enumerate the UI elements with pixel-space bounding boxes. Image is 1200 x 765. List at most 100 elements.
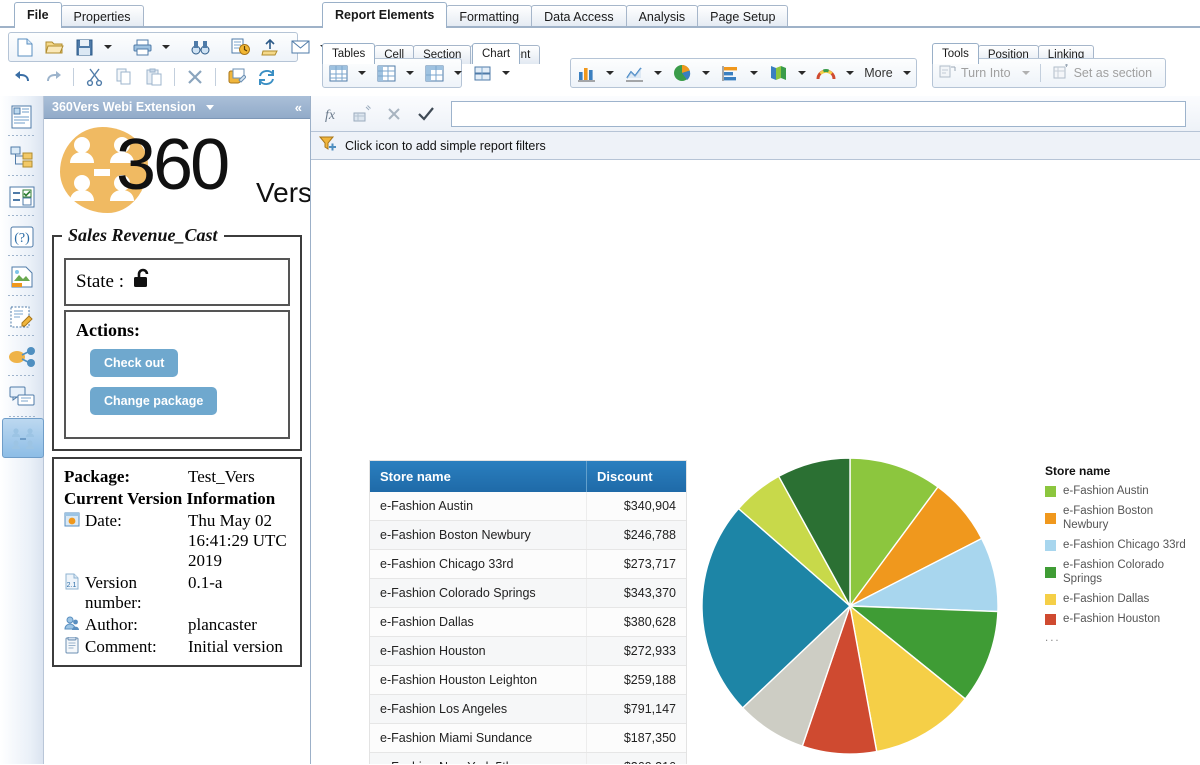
discount-cell[interactable]: $246,788 (586, 520, 686, 550)
delete-x-icon[interactable] (180, 64, 210, 90)
tab-properties[interactable]: Properties (60, 5, 144, 28)
legend-item[interactable]: e-Fashion Houston (1045, 612, 1200, 626)
turn-into-caret[interactable] (1021, 71, 1030, 75)
store-name-cell[interactable]: e-Fashion Chicago 33rd (370, 549, 587, 579)
gauge-chart-icon[interactable] (811, 60, 841, 86)
horizontal-table-caret[interactable] (406, 71, 414, 75)
pie-chart-caret[interactable] (702, 71, 710, 75)
change-package-button[interactable]: Change package (90, 387, 218, 415)
store-name-cell[interactable]: e-Fashion Austin (370, 492, 587, 521)
new-document-icon[interactable] (9, 34, 39, 60)
map-chart-icon[interactable] (763, 60, 793, 86)
fx-formula-icon[interactable]: fx (317, 102, 343, 126)
table-row[interactable]: e-Fashion Colorado Springs $343,370 (370, 578, 686, 608)
table-row[interactable]: e-Fashion Houston $272,933 (370, 636, 686, 666)
bar-chart-icon[interactable] (715, 60, 745, 86)
input-controls-icon[interactable] (2, 255, 42, 296)
tab-analysis[interactable]: Analysis (625, 5, 699, 28)
legend-item[interactable]: e-Fashion Boston Newbury (1045, 504, 1200, 532)
refresh-icon[interactable] (251, 64, 281, 90)
summary-icon[interactable] (2, 98, 42, 136)
formula-editor-icon[interactable] (349, 102, 375, 126)
export-icon[interactable] (255, 34, 285, 60)
legend-overflow-indicator[interactable]: ... (1045, 632, 1200, 644)
discount-cell[interactable]: $340,904 (586, 492, 686, 521)
set-as-section-button[interactable]: Set as section (1046, 60, 1159, 86)
cancel-x-icon[interactable] (381, 102, 407, 126)
discount-cell[interactable]: $273,717 (586, 549, 686, 579)
subtab-chart[interactable]: Chart (472, 43, 521, 64)
table-row[interactable]: e-Fashion Austin $340,904 (370, 492, 686, 521)
discount-cell[interactable]: $272,933 (586, 636, 686, 666)
table-row[interactable]: e-Fashion Los Angeles $791,147 (370, 694, 686, 724)
more-charts-button[interactable]: More (859, 60, 898, 86)
document-structure-icon[interactable] (2, 135, 42, 176)
store-name-cell[interactable]: e-Fashion Houston (370, 636, 587, 666)
email-icon[interactable] (285, 34, 315, 60)
discount-cell[interactable]: $259,188 (586, 665, 686, 695)
more-charts-caret[interactable] (903, 71, 911, 75)
save-dropdown-caret[interactable] (104, 45, 112, 49)
edit-query-icon[interactable] (221, 64, 251, 90)
comments-icon[interactable] (2, 375, 42, 416)
legend-item[interactable]: e-Fashion Chicago 33rd (1045, 538, 1200, 552)
discount-cell[interactable]: $343,370 (586, 578, 686, 608)
store-name-cell[interactable]: e-Fashion Houston Leighton (370, 665, 587, 695)
print-dropdown-caret[interactable] (162, 45, 170, 49)
paste-icon[interactable] (139, 64, 169, 90)
form-table-caret[interactable] (502, 71, 510, 75)
tab-report-elements[interactable]: Report Elements (322, 2, 448, 28)
gauge-chart-caret[interactable] (846, 71, 854, 75)
pie-chart-icon[interactable] (667, 60, 697, 86)
check-out-button[interactable]: Check out (90, 349, 179, 377)
tab-formatting[interactable]: Formatting (446, 5, 533, 28)
store-name-cell[interactable]: e-Fashion Miami Sundance (370, 723, 587, 753)
line-chart-caret[interactable] (654, 71, 662, 75)
column-chart-icon[interactable] (571, 60, 601, 86)
cut-icon[interactable] (79, 64, 109, 90)
report-filter-bar[interactable]: Click icon to add simple report filters (311, 132, 1200, 160)
table-column-header[interactable]: Store name (370, 461, 587, 492)
discount-cell[interactable]: $187,350 (586, 723, 686, 753)
horizontal-table-icon[interactable] (371, 60, 401, 86)
map-chart-caret[interactable] (798, 71, 806, 75)
crosstab-caret[interactable] (454, 71, 462, 75)
collaboration-icon[interactable] (2, 416, 44, 458)
available-objects-icon[interactable] (2, 295, 42, 336)
subtab-tools[interactable]: Tools (932, 43, 979, 64)
report-map-icon[interactable] (2, 175, 42, 216)
store-name-cell[interactable]: e-Fashion Boston Newbury (370, 520, 587, 550)
table-row[interactable]: e-Fashion New York 5th$269,216 (370, 752, 686, 764)
find-binoculars-icon[interactable] (185, 34, 215, 60)
redo-icon[interactable] (38, 64, 68, 90)
store-name-cell[interactable]: e-Fashion Dallas (370, 607, 587, 637)
undo-icon[interactable] (8, 64, 38, 90)
legend-item[interactable]: e-Fashion Colorado Springs (1045, 558, 1200, 586)
discount-cell[interactable]: $380,628 (586, 607, 686, 637)
formula-input[interactable] (451, 100, 1186, 127)
column-chart-caret[interactable] (606, 71, 614, 75)
crosstab-icon[interactable] (419, 60, 449, 86)
panel-collapse-button[interactable]: « (295, 100, 302, 115)
tab-data-access[interactable]: Data Access (531, 5, 627, 28)
table-row[interactable]: e-Fashion Boston Newbury $246,788 (370, 520, 686, 550)
history-icon[interactable] (225, 34, 255, 60)
subtab-tables[interactable]: Tables (322, 43, 376, 64)
discount-cell[interactable]: $791,147 (586, 694, 686, 724)
validate-check-icon[interactable] (413, 102, 439, 126)
print-icon[interactable] (127, 34, 157, 60)
panel-menu-caret-icon[interactable] (205, 104, 214, 110)
store-name-cell[interactable]: e-Fashion New York 5th (370, 752, 587, 764)
table-row[interactable]: e-Fashion Dallas $380,628 (370, 607, 686, 637)
legend-item[interactable]: e-Fashion Austin (1045, 484, 1200, 498)
line-chart-icon[interactable] (619, 60, 649, 86)
store-name-cell[interactable]: e-Fashion Colorado Springs (370, 578, 587, 608)
table-column-header[interactable]: Discount (586, 461, 686, 492)
tab-page-setup[interactable]: Page Setup (697, 5, 789, 28)
table-row[interactable]: e-Fashion Houston Leighton $259,188 (370, 665, 686, 695)
bar-chart-caret[interactable] (750, 71, 758, 75)
help-icon[interactable]: (?) (2, 215, 42, 256)
add-report-filter-icon[interactable] (318, 136, 337, 156)
discount-cell[interactable]: $269,216 (586, 752, 686, 764)
pie-chart-graphic[interactable] (700, 456, 1000, 756)
